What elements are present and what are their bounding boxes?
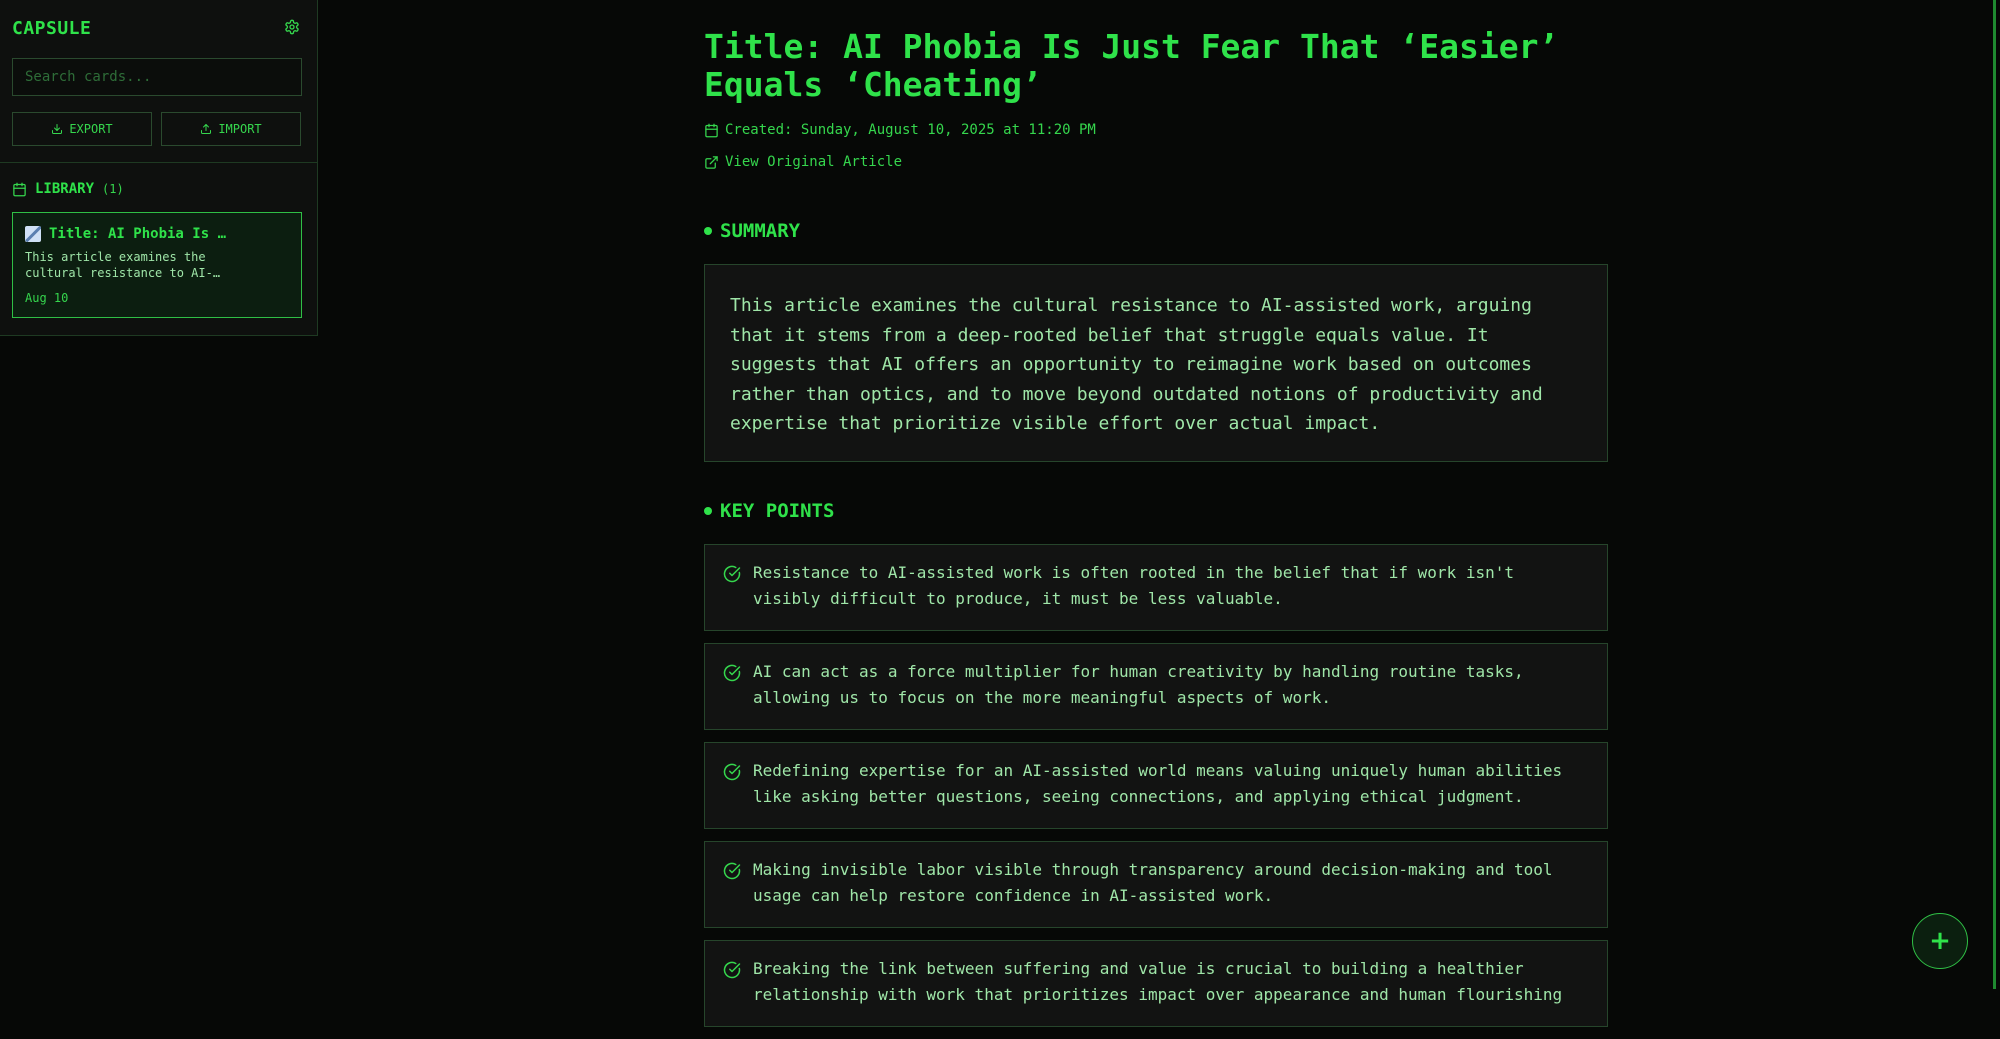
key-point-text: Redefining expertise for an AI-assisted … <box>753 761 1563 806</box>
search-input[interactable] <box>12 58 302 96</box>
sidebar: CAPSULE EXPORT IMPORT LIBRARY (1) Tit <box>0 0 318 336</box>
calendar-icon <box>13 182 26 196</box>
calendar-icon <box>705 123 718 137</box>
export-button[interactable]: EXPORT <box>12 112 152 146</box>
gear-icon[interactable] <box>284 19 302 37</box>
key-point-text: AI can act as a force multiplier for hum… <box>753 662 1524 707</box>
upload-icon <box>201 124 212 134</box>
check-circle-icon <box>723 961 741 979</box>
card-title: Title: AI Phobia Is … <box>49 226 227 242</box>
check-circle-icon <box>723 565 741 583</box>
created-meta: Created: Sunday, August 10, 2025 at 11:2… <box>704 120 1608 140</box>
summary-heading: SUMMARY <box>704 218 1608 244</box>
key-point-text: Making invisible labor visible through t… <box>753 860 1553 905</box>
summary-heading-text: SUMMARY <box>720 220 801 242</box>
sidebar-header: CAPSULE <box>12 14 302 42</box>
add-card-button[interactable]: + <box>1912 913 1968 969</box>
page-title: Title: AI Phobia Is Just Fear That ‘Easi… <box>704 27 1559 104</box>
summary-text: This article examines the cultural resis… <box>704 264 1608 462</box>
key-point-item: AI can act as a force multiplier for hum… <box>704 643 1608 730</box>
app-brand: CAPSULE <box>12 17 92 39</box>
key-point-text: Breaking the link between suffering and … <box>753 959 1563 1004</box>
export-label: EXPORT <box>69 122 113 136</box>
view-original-text: View Original Article <box>725 154 903 170</box>
card-date: Aug 10 <box>25 291 69 305</box>
newspaper-icon <box>25 226 41 242</box>
key-point-text: Resistance to AI-assisted work is often … <box>753 563 1514 608</box>
library-count: (1) <box>102 182 124 196</box>
key-points-heading: KEY POINTS <box>704 498 1608 524</box>
plus-icon: + <box>1929 926 1951 956</box>
key-point-item: Resistance to AI-assisted work is often … <box>704 544 1608 631</box>
library-card[interactable]: Title: AI Phobia Is … This article exami… <box>12 212 302 318</box>
download-icon <box>52 124 63 134</box>
key-point-item: Redefining expertise for an AI-assisted … <box>704 742 1608 829</box>
sidebar-divider <box>0 162 318 163</box>
library-header: LIBRARY (1) <box>12 178 124 200</box>
external-link-icon <box>705 155 718 169</box>
key-points-heading-text: KEY POINTS <box>720 500 835 522</box>
check-circle-icon <box>723 763 741 781</box>
card-description: This article examines the cultural resis… <box>25 250 221 280</box>
scrollbar[interactable] <box>1993 0 1996 989</box>
article-view: Title: AI Phobia Is Just Fear That ‘Easi… <box>704 0 1608 1039</box>
bullet-dot-icon <box>704 507 712 515</box>
check-circle-icon <box>723 862 741 880</box>
view-original-link[interactable]: View Original Article <box>704 152 1608 172</box>
created-text: Created: Sunday, August 10, 2025 at 11:2… <box>725 122 1096 138</box>
check-circle-icon <box>723 664 741 682</box>
import-button[interactable]: IMPORT <box>161 112 301 146</box>
key-points-list: Resistance to AI-assisted work is often … <box>704 544 1608 1027</box>
key-point-item: Breaking the link between suffering and … <box>704 940 1608 1027</box>
bullet-dot-icon <box>704 227 712 235</box>
import-label: IMPORT <box>218 122 262 136</box>
key-point-item: Making invisible labor visible through t… <box>704 841 1608 928</box>
library-label: LIBRARY <box>35 181 95 197</box>
card-title-row: Title: AI Phobia Is … <box>25 225 289 243</box>
